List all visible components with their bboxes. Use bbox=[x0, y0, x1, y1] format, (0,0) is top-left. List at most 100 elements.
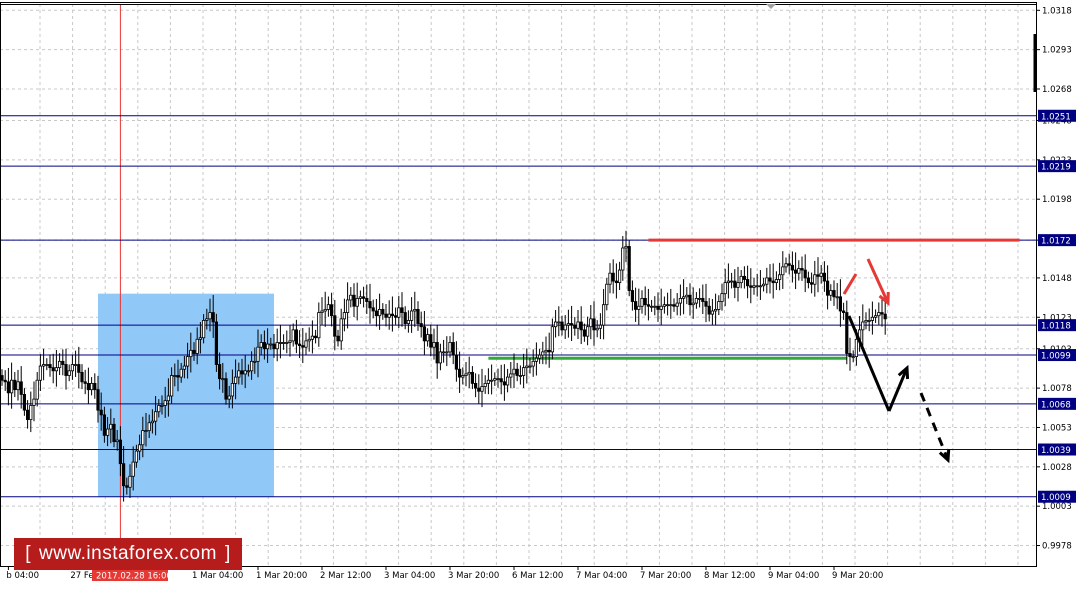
candle-body bbox=[51, 367, 55, 372]
candle-body bbox=[720, 293, 724, 302]
candle-body bbox=[144, 430, 148, 433]
candle-body bbox=[560, 321, 564, 331]
candle-body bbox=[313, 335, 318, 339]
candle-body bbox=[45, 364, 49, 366]
candle-body bbox=[32, 398, 36, 406]
level-tag-label: 1.0039 bbox=[1041, 446, 1071, 456]
y-tick-label: 1.0028 bbox=[1042, 463, 1072, 473]
candle-body bbox=[730, 280, 734, 283]
chart-svg: 1.03181.02931.02681.02481.02231.01981.01… bbox=[0, 0, 1078, 587]
candle-body bbox=[217, 364, 222, 380]
candle-body bbox=[173, 375, 177, 377]
candle-body bbox=[845, 312, 849, 354]
candle-body bbox=[153, 411, 158, 422]
candle-body bbox=[877, 312, 881, 317]
candle-body bbox=[566, 323, 571, 326]
candle-body bbox=[515, 368, 519, 376]
candle-body bbox=[310, 335, 315, 340]
candle-body bbox=[880, 312, 884, 315]
candle-body bbox=[790, 264, 795, 271]
candle-body bbox=[90, 382, 94, 391]
candle-body bbox=[333, 315, 337, 337]
candle-body bbox=[237, 370, 241, 378]
x-tick-label: 6 Mar 12:00 bbox=[512, 571, 563, 581]
x-tick-label: 7 Mar 04:00 bbox=[576, 571, 627, 581]
candle-body bbox=[48, 364, 52, 369]
candle-body bbox=[355, 297, 359, 307]
watermark-text: www.instaforex.com bbox=[39, 543, 217, 564]
candle-body bbox=[576, 321, 580, 329]
level-tag-label: 1.0118 bbox=[1041, 322, 1071, 332]
candle-body bbox=[473, 382, 478, 389]
candle-body bbox=[493, 378, 497, 381]
candle-body bbox=[470, 371, 475, 384]
candle-body bbox=[99, 409, 103, 416]
candle-body bbox=[698, 297, 702, 300]
candle-body bbox=[672, 304, 676, 307]
candle-body bbox=[163, 400, 167, 406]
candle-body bbox=[678, 297, 683, 304]
candle-body bbox=[128, 475, 132, 488]
candle-body bbox=[611, 272, 615, 282]
candle-body bbox=[352, 294, 356, 307]
candle-body bbox=[838, 296, 843, 312]
candle-body bbox=[281, 342, 286, 344]
candle-body bbox=[499, 378, 503, 383]
candle-body bbox=[710, 310, 715, 315]
candle-body bbox=[554, 321, 558, 328]
x-tick-label: 7 Mar 20:00 bbox=[640, 571, 691, 581]
candle-body bbox=[582, 329, 587, 337]
candle-body bbox=[297, 343, 302, 347]
candle-body bbox=[541, 351, 545, 356]
x-tick-label: 9 Mar 04:00 bbox=[768, 571, 819, 581]
candle-body bbox=[432, 342, 436, 348]
y-tick-label: 1.0003 bbox=[1042, 502, 1072, 512]
candle-body bbox=[448, 342, 452, 353]
candle-body bbox=[131, 461, 135, 477]
candle-body bbox=[137, 444, 142, 452]
candle-body bbox=[233, 376, 238, 384]
candle-body bbox=[224, 378, 228, 400]
candle-body bbox=[195, 338, 199, 354]
candle-body bbox=[22, 394, 27, 411]
candle-body bbox=[294, 329, 299, 345]
candle-body bbox=[851, 356, 855, 359]
candle-body bbox=[160, 405, 164, 407]
candle-body bbox=[115, 439, 119, 443]
candle-body bbox=[589, 318, 593, 328]
candle-body bbox=[189, 349, 193, 358]
candle-body bbox=[125, 485, 129, 488]
candle-body bbox=[637, 305, 641, 310]
candle-body bbox=[208, 312, 212, 320]
candle-body bbox=[102, 414, 106, 436]
candle-body bbox=[854, 338, 859, 358]
candle-body bbox=[345, 299, 350, 313]
x-tick-label: 3 Mar 20:00 bbox=[448, 571, 499, 581]
candle-body bbox=[518, 375, 523, 377]
candle-body bbox=[704, 301, 708, 307]
level-tag-label: 1.0099 bbox=[1041, 352, 1071, 362]
candle-body bbox=[608, 272, 612, 285]
candle-body bbox=[573, 324, 577, 329]
price-chart[interactable]: 1.03181.02931.02681.02481.02231.01981.01… bbox=[0, 0, 1078, 587]
candle-body bbox=[675, 302, 679, 307]
y-tick-label: 1.0318 bbox=[1042, 6, 1072, 16]
candle-body bbox=[797, 268, 801, 274]
candle-body bbox=[714, 309, 718, 312]
candle-body bbox=[403, 312, 407, 324]
candle-body bbox=[157, 405, 161, 413]
candle-body bbox=[614, 280, 619, 284]
candle-body bbox=[169, 375, 174, 397]
x-tick-label: 1 Mar 20:00 bbox=[256, 571, 307, 581]
candle-body bbox=[387, 313, 391, 318]
candle-body bbox=[0, 375, 4, 381]
candle-body bbox=[461, 375, 465, 378]
candle-body bbox=[832, 290, 836, 298]
candle-body bbox=[67, 370, 71, 376]
candle-body bbox=[141, 430, 145, 446]
candle-body bbox=[749, 285, 753, 288]
candle-body bbox=[467, 371, 471, 375]
candle-body bbox=[38, 365, 43, 381]
candle-body bbox=[826, 280, 830, 296]
candle-body bbox=[454, 354, 459, 370]
